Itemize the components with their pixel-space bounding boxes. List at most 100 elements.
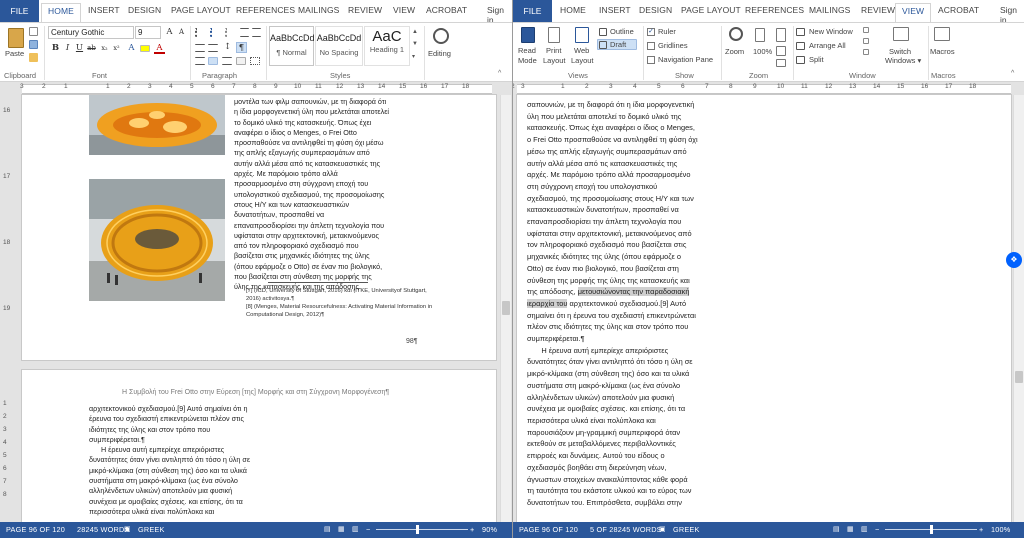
tab-page-layout[interactable]: PAGE LAYOUT (171, 5, 231, 15)
print-layout-view-icon[interactable]: ▦ (847, 525, 854, 533)
tab-references[interactable]: REFERENCES (745, 5, 804, 15)
web-layout-view-icon[interactable]: ▥ (861, 525, 868, 533)
highlight-color-icon[interactable] (140, 45, 150, 52)
font-color-icon[interactable]: A (154, 43, 165, 54)
format-painter-icon[interactable] (29, 53, 38, 62)
tab-home[interactable]: HOME (560, 5, 586, 15)
tab-design[interactable]: DESIGN (639, 5, 672, 15)
editing-button[interactable]: Editing (428, 49, 451, 58)
read-mode-view-icon[interactable]: ▤ (833, 525, 840, 533)
arrange-all-button[interactable]: Arrange All (809, 41, 846, 50)
italic-icon[interactable]: I (62, 43, 73, 54)
shading-icon[interactable] (236, 57, 246, 65)
page-header[interactable]: Η Συμβολή του Frei Otto στην Εύρεση [της… (122, 389, 389, 396)
new-window-button[interactable]: New Window (809, 27, 853, 36)
print-layout-label-1[interactable]: Print (546, 46, 561, 55)
justify-icon[interactable] (208, 57, 218, 65)
selected-text-1[interactable]: μετουσιώνοντας την παραδοσιακή (577, 287, 690, 297)
new-window-icon[interactable] (796, 28, 805, 36)
hundred-percent-icon[interactable] (755, 28, 765, 42)
styles-scroll-down-icon[interactable]: ▼ (412, 41, 420, 49)
pavilion-image-2[interactable] (89, 179, 225, 301)
grow-font-icon[interactable]: A (164, 27, 175, 38)
navigation-pane-checkbox[interactable] (647, 56, 655, 64)
collapse-ribbon-icon[interactable]: ^ (498, 70, 506, 78)
subscript-icon[interactable]: x₂ (99, 43, 110, 54)
reset-window-position-icon[interactable] (863, 49, 869, 55)
read-mode-view-icon[interactable]: ▤ (324, 525, 331, 533)
draft-button[interactable]: Draft (610, 40, 626, 49)
tab-mailings[interactable]: MAILINGS (298, 5, 339, 15)
tab-view[interactable]: VIEW (895, 3, 932, 22)
page-body-text[interactable]: μοντέλα των φιλμ σαπουνιών, με τη διαφορ… (234, 97, 435, 293)
ruler-label[interactable]: Ruler (658, 27, 676, 36)
vertical-ruler[interactable]: 16 17 18 19 1 2 3 4 5 6 7 8 (0, 95, 13, 522)
sort-icon[interactable]: ↕ (222, 42, 233, 53)
print-layout-label-2[interactable]: Layout (543, 56, 566, 65)
zoom-slider-knob[interactable] (415, 525, 419, 534)
tab-mailings[interactable]: MAILINGS (809, 5, 850, 15)
navigation-pane-label[interactable]: Navigation Pane (658, 55, 713, 64)
horizontal-ruler[interactable]: 3 2 1 1 2 3 4 5 6 7 8 9 10 11 12 13 14 1… (513, 83, 1024, 95)
tab-review[interactable]: REVIEW (348, 5, 382, 15)
style-normal[interactable]: AaBbCcDd ¶ Normal (269, 26, 315, 66)
document-page[interactable]: σαπουνιών, με τη διαφορά ότι η ίδια μορφ… (517, 95, 1011, 522)
copy-icon[interactable] (29, 40, 38, 49)
print-layout-icon[interactable] (548, 27, 560, 43)
zoom-icon[interactable] (729, 27, 743, 41)
split-icon[interactable] (796, 56, 805, 64)
tab-home[interactable]: HOME (41, 3, 81, 22)
one-page-icon[interactable] (776, 28, 786, 42)
style-heading-1[interactable]: AaC Heading 1 (364, 26, 410, 66)
tab-acrobat[interactable]: ACROBAT (938, 5, 979, 15)
strikethrough-icon[interactable]: ab (86, 43, 97, 54)
web-layout-icon[interactable] (575, 27, 589, 43)
scroll-thumb[interactable] (502, 301, 510, 315)
paste-button[interactable]: Paste (5, 49, 24, 58)
selected-text-2[interactable]: ιεραρχία του (527, 298, 568, 308)
font-size-select[interactable]: 9 (135, 26, 161, 39)
tab-design[interactable]: DESIGN (128, 5, 161, 15)
zoom-in-icon[interactable]: + (470, 525, 474, 534)
vertical-scrollbar[interactable] (500, 95, 511, 522)
body-text-after[interactable]: αρχιτεκτονικού σχεδιασμού.[9] Αυτό σημαί… (527, 299, 696, 507)
switch-windows-label-2[interactable]: Windows ▾ (885, 56, 921, 65)
multiple-pages-icon[interactable] (776, 46, 786, 56)
footnote-2[interactable]: [8] (Menges, Material Resourcefulness: A… (246, 304, 436, 319)
macros-icon[interactable] (934, 27, 950, 41)
synchronous-scrolling-icon[interactable] (863, 38, 869, 44)
body-text-before[interactable]: σαπουνιών, με τη διαφορά ότι η ίδια μορφ… (527, 100, 698, 296)
paste-icon[interactable] (8, 28, 24, 48)
dropbox-badge-icon[interactable]: ❖ (1006, 252, 1022, 268)
collapse-ribbon-icon[interactable]: ^ (1011, 70, 1019, 78)
web-layout-view-icon[interactable]: ▥ (352, 525, 359, 533)
bullets-icon[interactable] (195, 28, 206, 37)
superscript-icon[interactable]: x² (111, 43, 122, 54)
scroll-thumb[interactable] (1015, 371, 1023, 383)
web-layout-label-2[interactable]: Layout (571, 56, 594, 65)
tab-acrobat[interactable]: ACROBAT (426, 5, 467, 15)
show-formatting-marks-icon[interactable]: ¶ (236, 42, 247, 53)
document-page[interactable]: Η Συμβολή του Frei Otto στην Εύρεση [της… (22, 370, 496, 522)
text-effects-icon[interactable]: A (126, 43, 137, 54)
outline-button[interactable]: Outline (610, 27, 634, 36)
page-width-icon[interactable] (776, 59, 786, 67)
word-count-status[interactable]: 28245 WORDS (77, 525, 130, 534)
gridlines-label[interactable]: Gridlines (658, 41, 688, 50)
tab-file[interactable]: FILE (0, 0, 39, 22)
ruler-checkbox[interactable]: ✓ (647, 28, 655, 36)
bold-icon[interactable]: B (50, 43, 61, 54)
tab-file[interactable]: FILE (513, 0, 552, 22)
zoom-level[interactable]: 100% (991, 525, 1010, 534)
shrink-font-icon[interactable]: A (176, 27, 187, 38)
page-body-text[interactable]: σαπουνιών, με τη διαφορά ότι η ίδια μορφ… (527, 99, 739, 509)
tab-page-layout[interactable]: PAGE LAYOUT (681, 5, 741, 15)
zoom-button[interactable]: Zoom (725, 47, 744, 56)
switch-windows-icon[interactable] (893, 27, 909, 41)
multilevel-list-icon[interactable] (225, 28, 236, 37)
tab-references[interactable]: REFERENCES (236, 5, 295, 15)
switch-windows-label-1[interactable]: Switch (889, 47, 911, 56)
tab-insert[interactable]: INSERT (88, 5, 120, 15)
styles-scroll-up-icon[interactable]: ▲ (412, 29, 420, 37)
document-page[interactable]: μοντέλα των φιλμ σαπουνιών, με τη διαφορ… (22, 95, 496, 360)
